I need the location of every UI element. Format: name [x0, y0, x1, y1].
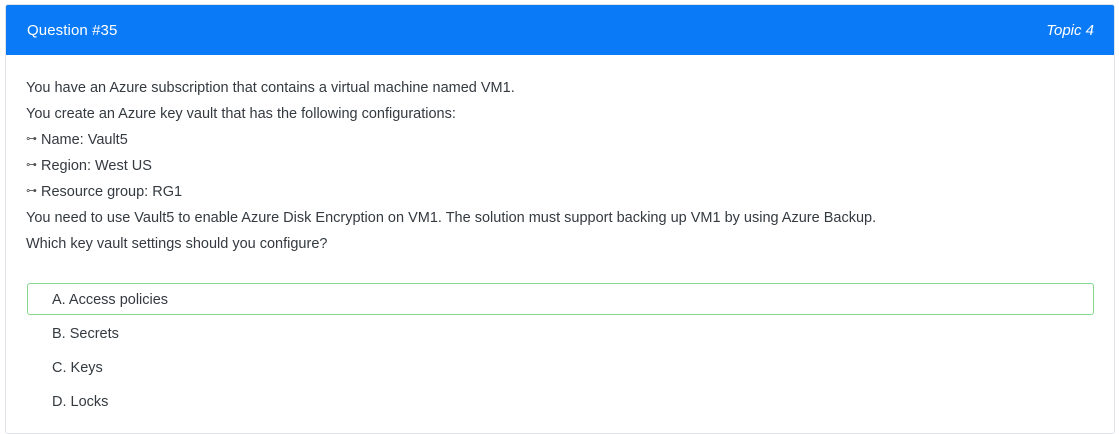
- question-text: You have an Azure subscription that cont…: [26, 75, 1094, 257]
- bullet-text: Region: West US: [41, 158, 152, 174]
- key-bullet-icon: ⊶: [26, 159, 37, 171]
- key-bullet-icon: ⊶: [26, 133, 37, 145]
- question-setup: You create an Azure key vault that has t…: [26, 106, 456, 122]
- bullet-text: Name: Vault5: [41, 132, 128, 148]
- question-card: Question #35 Topic 4 You have an Azure s…: [5, 4, 1115, 434]
- question-number: Question #35: [27, 21, 118, 39]
- question-prompt: Which key vault settings should you conf…: [26, 236, 328, 252]
- bullet-item: ⊶ Region: West US: [26, 153, 152, 179]
- choice-d[interactable]: D. Locks: [27, 385, 1094, 417]
- question-body: You have an Azure subscription that cont…: [6, 55, 1114, 417]
- question-intro: You have an Azure subscription that cont…: [26, 80, 515, 96]
- bullet-text: Resource group: RG1: [41, 184, 183, 200]
- question-header: Question #35 Topic 4: [6, 5, 1114, 55]
- key-bullet-icon: ⊶: [26, 185, 37, 197]
- choice-c[interactable]: C. Keys: [27, 351, 1094, 383]
- answer-choices: A. Access policies B. Secrets C. Keys D.…: [27, 283, 1094, 417]
- bullet-item: ⊶ Resource group: RG1: [26, 179, 182, 205]
- choice-b[interactable]: B. Secrets: [27, 317, 1094, 349]
- bullet-item: ⊶ Name: Vault5: [26, 127, 128, 153]
- topic-label: Topic 4: [1046, 21, 1094, 39]
- choice-a[interactable]: A. Access policies: [27, 283, 1094, 315]
- question-requirement: You need to use Vault5 to enable Azure D…: [26, 210, 877, 226]
